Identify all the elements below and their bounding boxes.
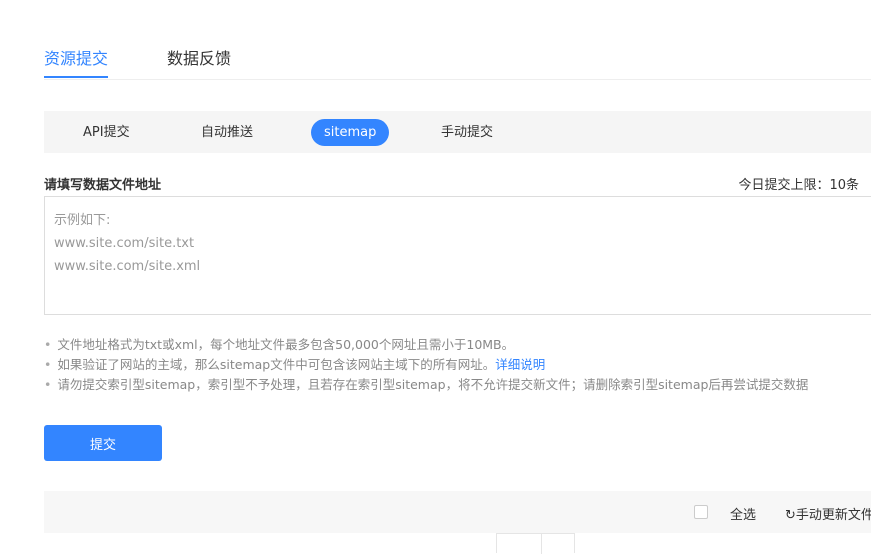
refresh-icon: ↻ [785,508,796,523]
tab-resource-submit[interactable]: 资源提交 [44,45,109,78]
subtab-auto-push[interactable]: 自动推送 [188,119,266,146]
note-text: 如果验证了网站的主域，那么sitemap文件中可包含该网站主域下的所有网址。 [57,357,496,372]
submit-button[interactable]: 提交 [44,425,162,461]
note-text: 文件地址格式为txt或xml，每个地址文件最多包含50,000个网址且需小于10… [57,337,515,352]
refresh-button[interactable]: ↻手动更新文件 [785,504,871,523]
select-all-label[interactable]: 全选 [730,504,756,523]
sitemap-url-input[interactable]: 示例如下: www.site.com/site.txt www.site.com… [44,196,871,315]
note-item: 文件地址格式为txt或xml，每个地址文件最多包含50,000个网址且需小于10… [44,335,808,355]
refresh-label: 手动更新文件 [795,508,871,523]
details-link[interactable]: 详细说明 [495,357,545,372]
tab-data-feedback[interactable]: 数据反馈 [167,45,231,69]
main-tabs: 资源提交 数据反馈 [44,0,871,80]
select-all-checkbox[interactable] [694,505,708,519]
subtab-sitemap[interactable]: sitemap [311,119,390,146]
note-text: 请勿提交索引型sitemap，索引型不予处理，且若存在索引型sitemap，将不… [57,377,809,392]
note-item: 如果验证了网站的主域，那么sitemap文件中可包含该网站主域下的所有网址。详细… [44,355,808,375]
note-item: 请勿提交索引型sitemap，索引型不予处理，且若存在索引型sitemap，将不… [44,375,808,395]
subtab-api[interactable]: API提交 [70,119,143,146]
list-toolbar: 全选 ↻手动更新文件 [44,491,871,533]
notes-list: 文件地址格式为txt或xml，每个地址文件最多包含50,000个网址且需小于10… [44,335,808,395]
table-row [496,533,575,554]
daily-limit: 今日提交上限：10条 [738,178,859,193]
field-label: 请填写数据文件地址 [44,178,162,193]
subtab-manual[interactable]: 手动提交 [428,119,506,146]
submit-method-tabs: API提交 自动推送 sitemap 手动提交 [44,111,871,153]
